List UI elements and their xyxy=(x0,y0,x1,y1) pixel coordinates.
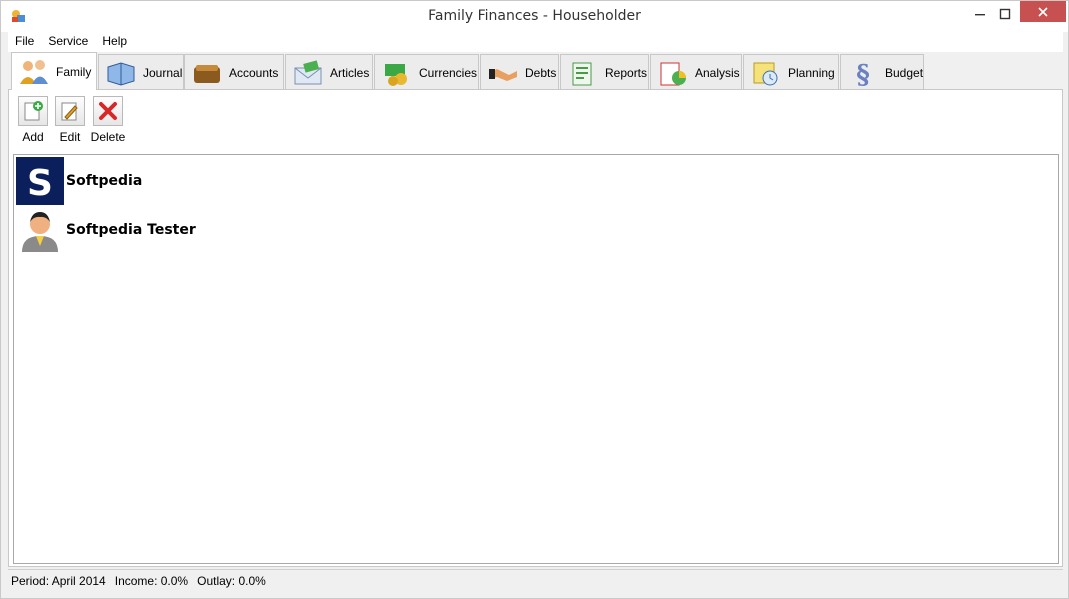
analysis-chart-icon xyxy=(657,59,689,87)
member-name: Softpedia xyxy=(66,173,143,189)
tab-accounts[interactable]: Accounts xyxy=(184,54,284,90)
softpedia-logo-icon: S xyxy=(16,157,64,205)
person-avatar-icon xyxy=(16,206,64,254)
tab-debts[interactable]: Debts xyxy=(480,54,559,90)
tab-articles[interactable]: Articles xyxy=(285,54,373,90)
family-panel: Add Edit Delete S Softpedia Softpedia Te… xyxy=(8,89,1063,567)
delete-button[interactable]: Delete xyxy=(90,96,126,144)
member-name: Softpedia Tester xyxy=(66,222,196,238)
tab-label: Currencies xyxy=(419,65,478,80)
add-button[interactable]: Add xyxy=(17,96,49,144)
tab-label: Family xyxy=(56,64,92,79)
menu-bar: File Service Help xyxy=(8,32,1063,52)
tab-family[interactable]: Family xyxy=(11,52,97,90)
tab-journal[interactable]: Journal xyxy=(98,54,184,90)
list-item[interactable]: Softpedia Tester xyxy=(16,206,196,254)
tab-label: Articles xyxy=(330,65,370,80)
edit-label: Edit xyxy=(59,130,81,144)
maximize-icon xyxy=(999,8,1011,20)
close-button[interactable] xyxy=(1020,1,1066,22)
tab-reports[interactable]: Reports xyxy=(560,54,649,90)
tab-strip: Family Journal Accounts Articles Currenc… xyxy=(8,52,1063,90)
tab-label: Planning xyxy=(788,65,835,80)
tab-label: Accounts xyxy=(229,65,279,80)
wallet-icon xyxy=(191,59,223,87)
svg-text:S: S xyxy=(27,163,53,204)
toolbar: Add Edit Delete xyxy=(9,90,1062,154)
status-income: Income: 0.0% xyxy=(114,573,189,588)
tab-label: Reports xyxy=(605,65,648,80)
app-window: Family Finances - Householder File Servi… xyxy=(0,0,1069,599)
delete-label: Delete xyxy=(90,130,126,144)
currency-money-icon xyxy=(381,59,413,87)
handshake-icon xyxy=(487,59,519,87)
tab-currencies[interactable]: Currencies xyxy=(374,54,479,90)
add-label: Add xyxy=(22,130,44,144)
edit-button[interactable]: Edit xyxy=(54,96,86,144)
menu-service[interactable]: Service xyxy=(41,32,95,52)
family-icon xyxy=(18,58,50,86)
family-member-list: S Softpedia Softpedia Tester xyxy=(13,154,1059,564)
tab-planning[interactable]: Planning xyxy=(743,54,839,90)
tab-label: Journal xyxy=(143,65,183,80)
menu-file[interactable]: File xyxy=(8,32,41,52)
svg-text:§: § xyxy=(856,60,870,87)
report-icon xyxy=(567,59,599,87)
add-icon xyxy=(18,96,48,126)
status-period: Period: April 2014 xyxy=(11,573,106,588)
tab-label: Budget xyxy=(885,65,924,80)
budget-section-icon: § xyxy=(847,59,879,87)
status-bar: Period: April 2014 Income: 0.0% Outlay: … xyxy=(8,569,1063,591)
title-bar: Family Finances - Householder xyxy=(1,1,1068,32)
close-icon xyxy=(1038,6,1048,17)
list-item[interactable]: S Softpedia xyxy=(16,157,142,205)
window-title: Family Finances - Householder xyxy=(428,8,641,24)
journal-icon xyxy=(105,59,137,87)
edit-pencil-icon xyxy=(55,96,85,126)
envelope-money-icon xyxy=(292,59,324,87)
status-outlay: Outlay: 0.0% xyxy=(197,573,266,588)
delete-x-icon xyxy=(93,96,123,126)
planning-clock-icon xyxy=(750,59,782,87)
tab-analysis[interactable]: Analysis xyxy=(650,54,742,90)
menu-help[interactable]: Help xyxy=(95,32,134,52)
tab-budget[interactable]: § Budget xyxy=(840,54,924,90)
tab-label: Debts xyxy=(525,65,557,80)
tab-label: Analysis xyxy=(695,65,740,80)
